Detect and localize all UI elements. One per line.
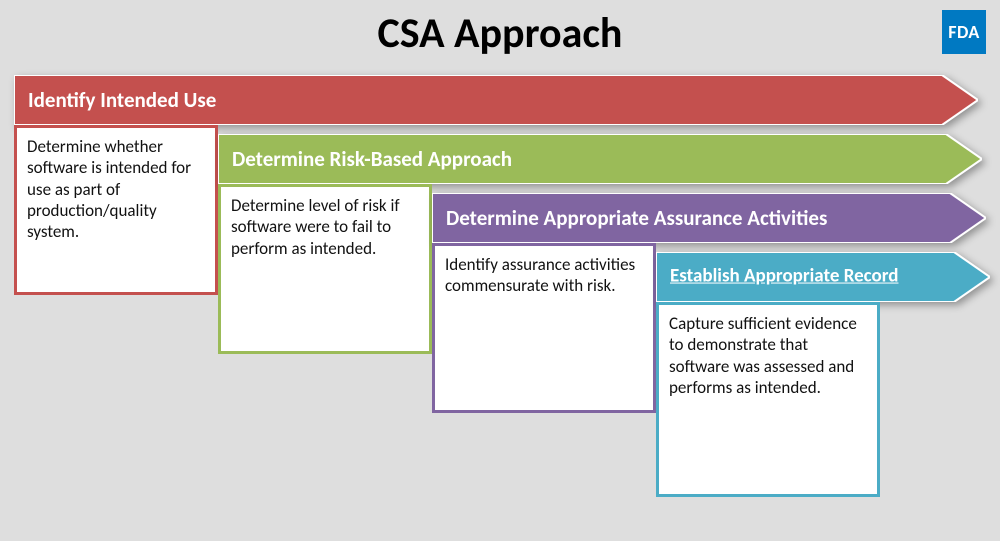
step-2-label: Determine Risk-Based Approach — [232, 146, 512, 172]
step-4-arrow: Establish Appropriate Record — [656, 252, 990, 302]
step-3-description: Identify assurance activities commensura… — [432, 243, 656, 413]
step-4-label: Establish Appropriate Record — [670, 267, 898, 288]
step-1-arrow: Identify Intended Use — [14, 75, 978, 125]
step-3-label: Determine Appropriate Assurance Activiti… — [446, 205, 827, 231]
step-1-description: Determine whether software is intended f… — [14, 125, 218, 295]
step-1-label: Identify Intended Use — [28, 87, 216, 113]
step-3-arrow: Determine Appropriate Assurance Activiti… — [432, 193, 986, 243]
step-4-description: Capture sufficient evidence to demonstra… — [656, 302, 880, 497]
step-2-description: Determine level of risk if software were… — [218, 184, 432, 354]
page-title: CSA Approach — [0, 0, 1000, 59]
step-2-arrow: Determine Risk-Based Approach — [218, 134, 982, 184]
fda-logo: FDA — [942, 10, 986, 54]
diagram-stage: Identify Intended Use Determine whether … — [0, 71, 1000, 541]
